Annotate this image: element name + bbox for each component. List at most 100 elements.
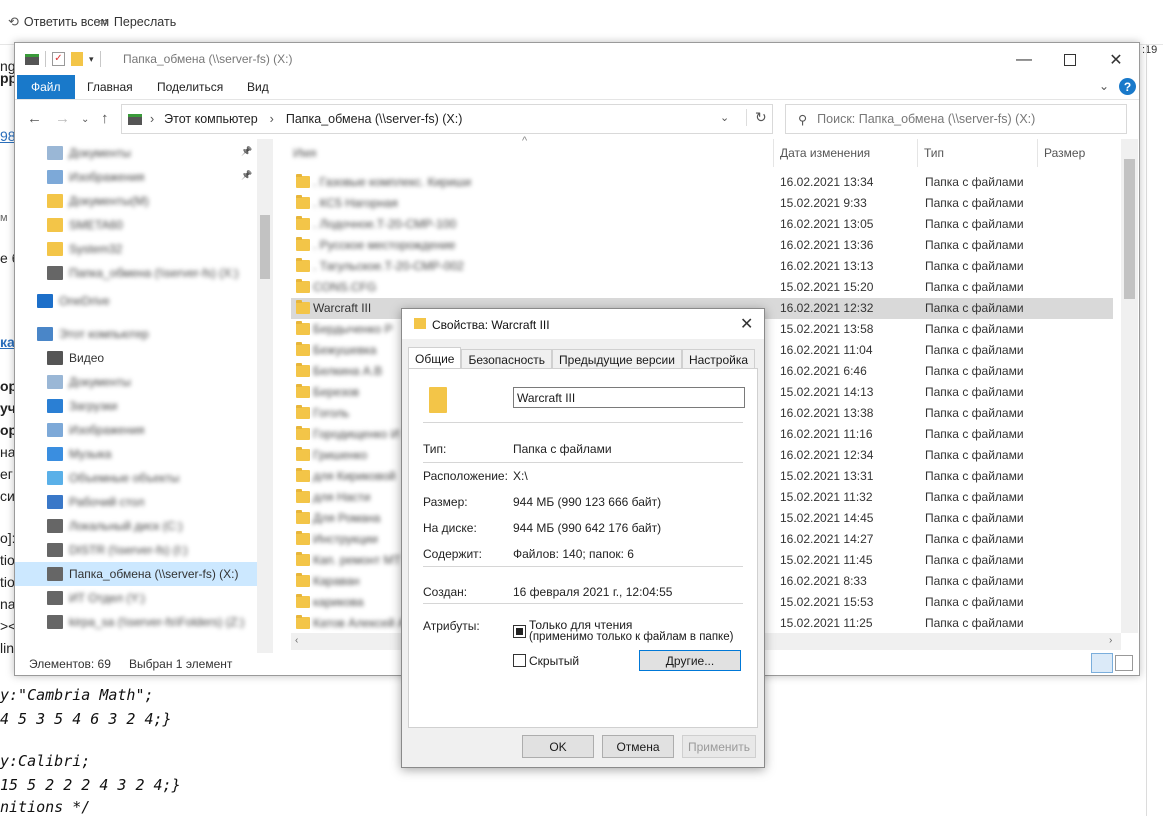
created-value: 16 февраля 2021 г., 12:04:55 — [513, 585, 673, 599]
file-row[interactable]: . Русское месторождение 16.02.2021 13:36 П… — [291, 235, 1113, 256]
reply-all-button[interactable]: ⟲ Ответить всем — [8, 14, 109, 30]
explorer-titlebar: ✓ ▾ Папка_обмена (\\server-fs) (X:) — ✕ — [15, 43, 1139, 75]
sort-ascending-icon: ^ — [522, 135, 528, 147]
folder-icon — [296, 237, 310, 251]
forward-button[interactable]: ⇨ Переслать — [98, 14, 176, 30]
file-name: Гришенко — [313, 448, 368, 462]
folder-icon — [296, 489, 310, 503]
attributes-label: Атрибуты: — [423, 619, 480, 633]
drive-icon — [128, 113, 142, 125]
disk-size-label: На диске: — [423, 521, 477, 535]
folder-icon — [414, 318, 426, 329]
help-icon[interactable]: ? — [1119, 78, 1136, 95]
folder-icon — [296, 321, 310, 335]
new-folder-icon[interactable] — [71, 52, 83, 66]
tab-customize[interactable]: Настройка — [681, 349, 756, 370]
created-label: Создан: — [423, 585, 468, 599]
divider — [423, 566, 743, 567]
breadcrumb-separator-icon: › — [269, 112, 274, 126]
file-type: Папка с файлами — [925, 406, 1024, 420]
search-placeholder: Поиск: Папка_обмена (\\server-fs) (X:) — [817, 112, 1036, 126]
apply-button[interactable]: Применить — [682, 735, 756, 758]
file-type: Папка с файлами — [925, 301, 1024, 315]
file-row[interactable]: . Газовые комплекс. Кириши 16.02.2021 13:… — [291, 172, 1113, 193]
ok-button[interactable]: OK — [522, 735, 594, 758]
minimize-button[interactable]: — — [1001, 47, 1047, 73]
column-type[interactable]: Тип — [917, 139, 944, 167]
maximize-icon — [1064, 54, 1076, 66]
tab-general[interactable]: Общие — [408, 347, 462, 370]
folder-icon — [296, 510, 310, 524]
file-row[interactable]: . Лодочное.Т-20-СМР-100 16.02.2021 13:05 П… — [291, 214, 1113, 235]
ribbon-tabs: Файл Главная Поделиться Вид ⌄ ? — [15, 75, 1139, 100]
breadcrumb-this-pc[interactable]: Этот компьютер — [164, 112, 257, 126]
file-row[interactable]: . Тагульское.Т-20-СМР-002 16.02.2021 13:1… — [291, 256, 1113, 277]
type-label: Тип: — [423, 442, 447, 456]
folder-name-input[interactable]: Warcraft III — [513, 387, 745, 408]
folder-icon — [296, 615, 310, 629]
folder-icon — [296, 447, 310, 461]
other-attributes-button[interactable]: Другие... — [639, 650, 741, 671]
tab-view[interactable]: Вид — [233, 75, 283, 99]
file-date: 16.02.2021 13:34 — [780, 175, 874, 189]
forward-nav-button[interactable]: → — [55, 110, 70, 127]
cancel-button[interactable]: Отмена — [602, 735, 674, 758]
search-field[interactable]: ⚲ Поиск: Папка_обмена (\\server-fs) (X:) — [785, 104, 1127, 134]
readonly-checkbox[interactable] — [513, 625, 526, 638]
back-button[interactable]: ← — [27, 110, 42, 127]
window-title: Папка_обмена (\\server-fs) (X:) — [123, 52, 293, 66]
tab-previous-versions[interactable]: Предыдущие версии — [552, 349, 682, 370]
tab-file[interactable]: Файл — [17, 75, 75, 99]
file-name: карикова — [313, 595, 364, 609]
ribbon-expand-icon[interactable]: ⌄ — [1099, 79, 1109, 93]
pin-icon[interactable]: 📌 — [241, 146, 252, 157]
column-size[interactable]: Размер — [1037, 139, 1085, 167]
close-button[interactable]: ✕ — [1093, 47, 1139, 73]
files-scroll-thumb[interactable] — [1124, 159, 1135, 299]
file-name: Березов — [313, 385, 360, 399]
up-arrow-icon: ↑ — [101, 110, 109, 127]
file-name: . Газовые комплекс. Кириши — [313, 175, 472, 189]
sidebar-item[interactable]: Документы 📌 — [15, 141, 257, 165]
mail-time: :19 — [1142, 44, 1158, 56]
refresh-icon[interactable]: ↻ — [746, 109, 767, 126]
column-name[interactable]: Имя — [293, 139, 316, 167]
tab-security[interactable]: Безопасность — [461, 349, 553, 370]
files-scrollbar[interactable] — [1121, 139, 1138, 633]
tab-home[interactable]: Главная — [73, 75, 147, 99]
large-icons-view-icon[interactable] — [1115, 655, 1133, 671]
file-type: Папка с файлами — [925, 616, 1024, 630]
divider — [423, 422, 743, 423]
customize-qa-icon[interactable]: ▾ — [89, 54, 94, 65]
tab-share[interactable]: Поделиться — [143, 75, 237, 99]
file-name: Катов Алексей А — [313, 616, 406, 630]
up-button[interactable]: ↑ — [101, 110, 109, 127]
hidden-checkbox[interactable] — [513, 654, 526, 667]
address-dropdown-icon[interactable]: ⌄ — [720, 111, 729, 124]
folder-icon — [296, 363, 310, 377]
dialog-close-icon[interactable]: ✕ — [740, 314, 753, 334]
scroll-right-icon[interactable]: › — [1109, 635, 1112, 646]
folder-icon — [296, 258, 310, 272]
folder-icon — [296, 573, 310, 587]
properties-check-icon[interactable]: ✓ — [52, 52, 65, 66]
hidden-check-box — [513, 654, 526, 667]
file-date: 16.02.2021 8:33 — [780, 574, 867, 588]
recent-locations-button[interactable]: ⌄ — [81, 114, 89, 125]
scroll-left-icon[interactable]: ‹ — [295, 635, 298, 646]
folder-icon — [296, 195, 310, 209]
file-date: 15.02.2021 14:13 — [780, 385, 874, 399]
readonly-check-mark — [513, 625, 526, 638]
breadcrumb-share[interactable]: Папка_обмена (\\server-fs) (X:) — [286, 112, 463, 126]
address-field[interactable]: › Этот компьютер › Папка_обмена (\\serve… — [121, 104, 773, 134]
file-date: 15.02.2021 14:45 — [780, 511, 874, 525]
file-date: 16.02.2021 13:05 — [780, 217, 874, 231]
file-type: Папка с файлами — [925, 280, 1024, 294]
general-panel: Warcraft III Тип: Папка с файлами Распол… — [408, 368, 758, 728]
file-type: Папка с файлами — [925, 322, 1024, 336]
maximize-button[interactable] — [1047, 47, 1093, 73]
file-row[interactable]: . КС5 Нагорная 15.02.2021 9:33 Папка с фай… — [291, 193, 1113, 214]
details-view-icon[interactable] — [1091, 653, 1113, 673]
column-date[interactable]: Дата изменения — [773, 139, 870, 167]
file-row[interactable]: CONS.CFG 15.02.2021 15:20 Папка с файлами — [291, 277, 1113, 298]
